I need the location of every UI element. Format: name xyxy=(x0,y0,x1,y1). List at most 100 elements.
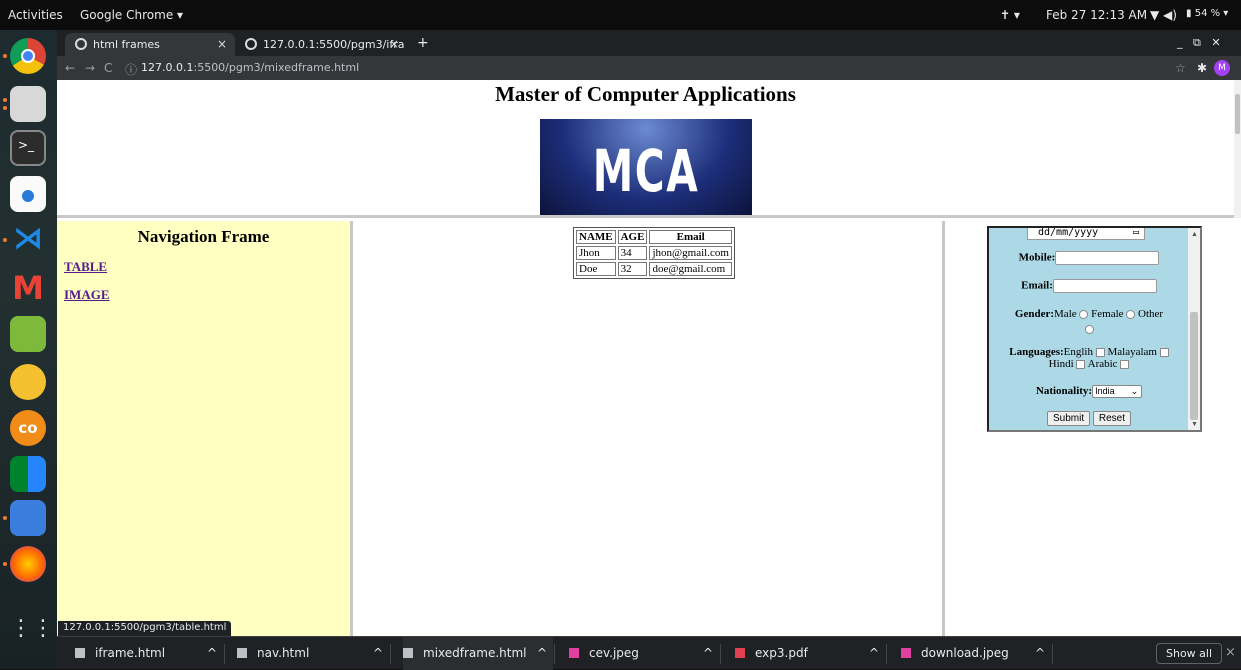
download-item[interactable]: nav.html xyxy=(237,637,309,670)
table-cell: jhon@gmail.com xyxy=(649,246,732,260)
chevron-up-icon[interactable]: ^ xyxy=(1035,637,1045,670)
new-tab-button[interactable]: + xyxy=(417,35,429,51)
url-path: :5500/pgm3/mixedframe.html xyxy=(193,61,360,74)
vscode-icon[interactable]: ⋊ xyxy=(10,222,46,258)
download-item[interactable]: cev.jpeg xyxy=(569,637,639,670)
app-menu[interactable]: Google Chrome ▾ xyxy=(80,8,183,22)
star-icon[interactable]: ☆ xyxy=(1175,61,1186,75)
text-editor-icon[interactable] xyxy=(10,316,46,352)
email-field[interactable] xyxy=(1052,279,1157,293)
show-all-button[interactable]: Show all xyxy=(1156,643,1223,664)
files-icon[interactable] xyxy=(10,86,46,122)
clock[interactable]: Feb 27 12:13 AM xyxy=(1046,8,1147,22)
top-frame-scrollbar[interactable] xyxy=(1234,80,1241,218)
firefox-icon[interactable] xyxy=(10,546,46,582)
software-store-icon[interactable] xyxy=(10,176,46,212)
download-item[interactable]: download.jpeg xyxy=(901,637,1009,670)
accessibility-icon[interactable]: ✝ ▾ xyxy=(1000,8,1020,22)
network-volume-icons[interactable]: ▼ ◀) xyxy=(1150,8,1177,22)
reset-button[interactable]: Reset xyxy=(1092,411,1131,426)
browser-toolbar: ← → C ⓘ 127.0.0.1:5500/pgm3/mixedframe.h… xyxy=(57,56,1241,80)
radio-male[interactable] xyxy=(1079,309,1089,319)
nav-link-table[interactable]: TABLE xyxy=(64,259,107,275)
chevron-up-icon[interactable]: ^ xyxy=(373,637,383,670)
profile-avatar[interactable]: M xyxy=(1214,60,1230,76)
back-arrow-icon[interactable]: ← xyxy=(65,61,75,75)
language-option: Arabic xyxy=(1087,358,1118,370)
download-name: download.jpeg xyxy=(921,646,1009,660)
gender-option-male: Male xyxy=(1054,308,1077,320)
reload-icon[interactable]: C xyxy=(104,61,112,75)
mobile-field[interactable] xyxy=(1055,251,1160,265)
table-cell: doe@gmail.com xyxy=(649,262,732,276)
gender-option-other: Other xyxy=(1138,308,1164,320)
show-apps-icon[interactable]: ⋮⋮⋮ xyxy=(10,612,76,648)
chevron-up-icon[interactable]: ^ xyxy=(869,637,879,670)
top-frame: Master of Computer Applications MCA xyxy=(57,80,1234,218)
tab-close-button[interactable]: × xyxy=(389,37,399,51)
submit-button[interactable]: Submit xyxy=(1047,411,1091,426)
forward-arrow-icon[interactable]: → xyxy=(85,61,95,75)
image-file-icon xyxy=(901,648,911,658)
iframe-scrollbar[interactable]: ▲ ▼ xyxy=(1188,228,1200,430)
window-controls[interactable]: _ ⧉ ✕ xyxy=(1177,36,1221,50)
address-bar[interactable]: 127.0.0.1:5500/pgm3/mixedframe.html xyxy=(141,61,359,74)
checkbox-malayalam[interactable] xyxy=(1159,347,1169,357)
date-input[interactable]: dd/mm/yyyy ▭ xyxy=(1027,227,1145,240)
chrome-icon[interactable] xyxy=(10,38,46,74)
table-cell: 34 xyxy=(617,246,648,260)
tab-close-button[interactable]: × xyxy=(217,37,227,51)
checkbox-arabic[interactable] xyxy=(1120,359,1130,369)
battery-indicator[interactable]: ▮ 54 % ▾ xyxy=(1186,8,1228,19)
link-status-bubble: 127.0.0.1:5500/pgm3/table.html xyxy=(58,621,232,636)
teapot-app-icon[interactable] xyxy=(10,364,46,400)
language-option: Malayalam xyxy=(1107,346,1157,358)
activities-button[interactable]: Activities xyxy=(8,8,63,22)
browser-tab-strip: html frames × 127.0.0.1:5500/pgm3/ifra ×… xyxy=(57,30,1241,56)
table-row: Jhon 34 jhon@gmail.com xyxy=(576,246,732,260)
scrollbar-thumb[interactable] xyxy=(1235,94,1240,134)
email-label: Email: xyxy=(1021,279,1053,292)
meet-icon[interactable] xyxy=(10,456,46,492)
menu-kebab-icon[interactable]: ⋮ xyxy=(1236,61,1241,75)
colab-icon[interactable]: co xyxy=(10,410,46,446)
content-frame: NAME AGE Email Jhon 34 jhon@gmail.com Do… xyxy=(356,221,945,636)
download-item[interactable]: exp3.pdf xyxy=(735,637,808,670)
calendar-icon[interactable]: ▭ xyxy=(1133,228,1139,238)
document-viewer-icon[interactable] xyxy=(10,500,46,536)
chevron-up-icon[interactable]: ^ xyxy=(537,637,547,670)
close-shelf-button[interactable]: × xyxy=(1225,645,1236,660)
date-placeholder: dd/mm/yyyy xyxy=(1038,227,1099,238)
checkbox-english[interactable] xyxy=(1095,347,1105,357)
page-title: Master of Computer Applications xyxy=(495,82,796,106)
download-item[interactable]: mixedframe.html xyxy=(403,637,553,670)
scroll-down-icon[interactable]: ▼ xyxy=(1191,420,1198,428)
registration-iframe[interactable]: dd/mm/yyyy ▭ Mobile: Email: Gender:Male F… xyxy=(987,226,1202,432)
language-option: Hindi xyxy=(1048,358,1074,370)
column-header: AGE xyxy=(617,230,648,244)
chevron-up-icon[interactable]: ^ xyxy=(207,637,217,670)
chevron-down-icon: ⌄ xyxy=(1130,386,1139,396)
info-icon[interactable]: ⓘ xyxy=(125,61,137,78)
nationality-value: India xyxy=(1095,386,1115,396)
gmail-icon[interactable]: M xyxy=(10,270,46,306)
nav-link-image[interactable]: IMAGE xyxy=(64,287,110,303)
chevron-up-icon[interactable]: ^ xyxy=(703,637,713,670)
download-item[interactable]: iframe.html xyxy=(75,637,165,670)
tab-iframe[interactable]: 127.0.0.1:5500/pgm3/ifra × xyxy=(235,33,407,56)
radio-female[interactable] xyxy=(1126,309,1136,319)
table-row: Doe 32 doe@gmail.com xyxy=(576,262,732,276)
tab-html-frames[interactable]: html frames × xyxy=(65,33,235,56)
table-cell: Jhon xyxy=(576,246,616,260)
radio-other[interactable] xyxy=(1084,324,1094,334)
nationality-select[interactable]: India ⌄ xyxy=(1092,385,1143,398)
terminal-icon[interactable]: >_ xyxy=(10,130,46,166)
scrollbar-thumb[interactable] xyxy=(1190,312,1198,420)
checkbox-hindi[interactable] xyxy=(1076,359,1086,369)
extensions-icon[interactable]: ✱ xyxy=(1197,61,1207,75)
scroll-up-icon[interactable]: ▲ xyxy=(1191,230,1198,238)
url-host: 127.0.0.1 xyxy=(141,61,194,74)
download-name: mixedframe.html xyxy=(423,646,527,660)
table-cell: 32 xyxy=(617,262,648,276)
data-table: NAME AGE Email Jhon 34 jhon@gmail.com Do… xyxy=(573,227,735,279)
